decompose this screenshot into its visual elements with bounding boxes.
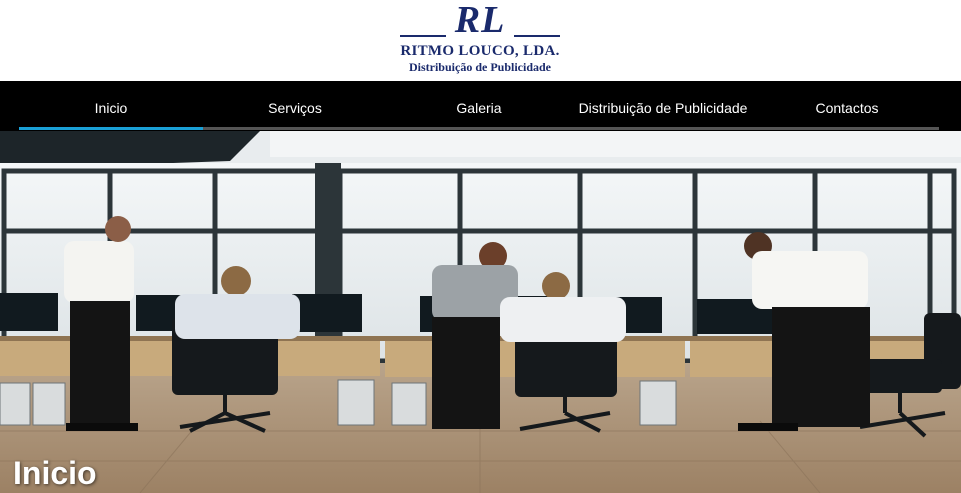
nav-indicator bbox=[571, 127, 755, 130]
nav-item-inicio[interactable]: Inicio bbox=[19, 81, 203, 130]
main-navigation: Inicio Serviços Galeria Distribuição de … bbox=[0, 81, 961, 131]
logo-company-name: RITMO LOUCO, LDA. bbox=[400, 43, 560, 59]
nav-indicator bbox=[203, 127, 387, 130]
logo-initials: RL bbox=[454, 0, 506, 41]
nav-item-contactos[interactable]: Contactos bbox=[755, 81, 939, 130]
logo-mark: RL bbox=[398, 0, 562, 41]
nav-indicator bbox=[387, 127, 571, 130]
nav-item-galeria[interactable]: Galeria bbox=[387, 81, 571, 130]
site-header: RL RITMO LOUCO, LDA. Distribuição de Pub… bbox=[0, 0, 961, 81]
logo-line-right bbox=[514, 35, 560, 37]
nav-item-distribuicao[interactable]: Distribuição de Publicidade bbox=[571, 81, 755, 130]
office-photo bbox=[0, 131, 961, 493]
nav-menu: Inicio Serviços Galeria Distribuição de … bbox=[19, 81, 939, 130]
nav-indicator bbox=[755, 127, 939, 130]
nav-item-label: Distribuição de Publicidade bbox=[578, 100, 748, 116]
nav-item-label: Inicio bbox=[94, 100, 128, 116]
nav-item-label: Contactos bbox=[815, 100, 879, 116]
logo-line-left bbox=[400, 35, 446, 37]
nav-item-servicos[interactable]: Serviços bbox=[203, 81, 387, 130]
nav-item-label: Serviços bbox=[268, 100, 322, 116]
hero-banner: Inicio bbox=[0, 131, 961, 493]
hero-caption: Inicio bbox=[13, 455, 97, 491]
nav-active-indicator bbox=[19, 127, 203, 130]
company-logo[interactable]: RL RITMO LOUCO, LDA. Distribuição de Pub… bbox=[398, 0, 562, 78]
nav-item-label: Galeria bbox=[456, 100, 502, 116]
logo-tagline: Distribuição de Publicidade bbox=[408, 60, 551, 74]
